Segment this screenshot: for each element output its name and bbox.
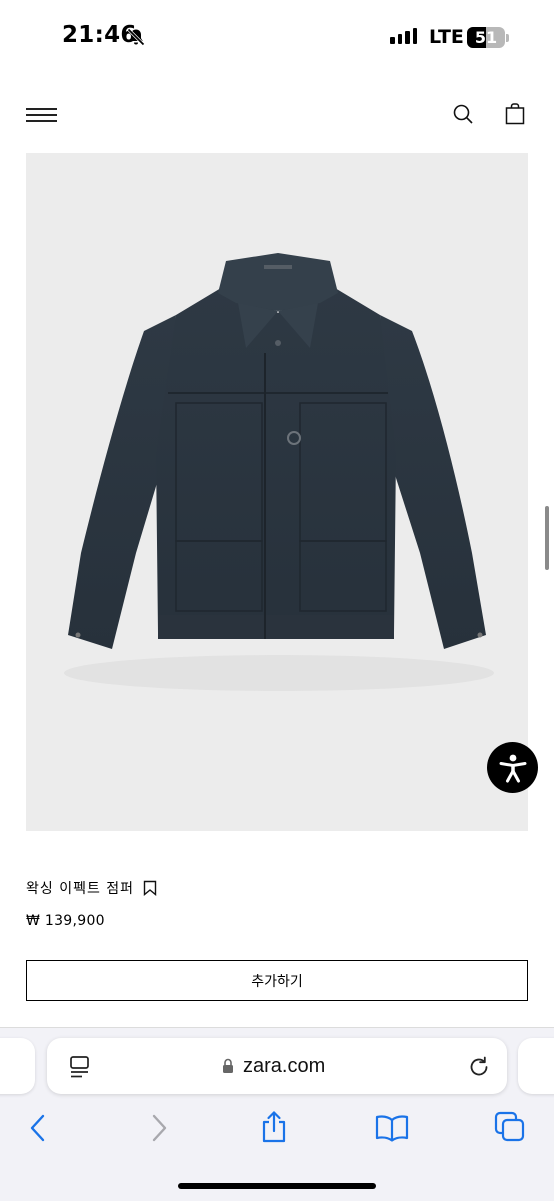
bookmark-icon[interactable] [143,880,157,901]
battery-percent: 51 [474,28,498,47]
network-type: LTE [429,26,464,48]
battery-tip [506,34,509,42]
reload-icon[interactable] [467,1055,491,1084]
url-text[interactable]: zara.com [243,1055,325,1078]
share-icon[interactable] [260,1110,288,1149]
silent-bell-icon [126,27,146,52]
product-price: ₩ 139,900 [26,913,105,929]
home-indicator[interactable] [178,1183,376,1189]
lock-icon [222,1058,234,1079]
product-image[interactable] [26,153,528,831]
forward-icon[interactable] [149,1113,169,1148]
add-to-cart-button[interactable]: 추가하기 [26,960,528,1001]
product-name: 왁싱 이펙트 점퍼 [26,881,135,897]
bookmarks-icon[interactable] [375,1114,409,1147]
next-tab-peek[interactable] [518,1038,554,1094]
reader-mode-icon[interactable] [69,1055,91,1084]
accessibility-icon[interactable] [487,742,538,793]
back-icon[interactable] [28,1113,48,1148]
shopping-bag-icon[interactable] [505,103,525,130]
cell-signal-icon [390,28,417,44]
battery-icon: 51 [467,27,505,48]
previous-tab-peek[interactable] [0,1038,35,1094]
tabs-icon[interactable] [494,1111,526,1148]
jacket-illustration [64,253,494,691]
search-icon[interactable] [452,103,474,130]
hamburger-menu-icon[interactable] [26,108,57,122]
page-scrollbar[interactable] [545,506,549,570]
